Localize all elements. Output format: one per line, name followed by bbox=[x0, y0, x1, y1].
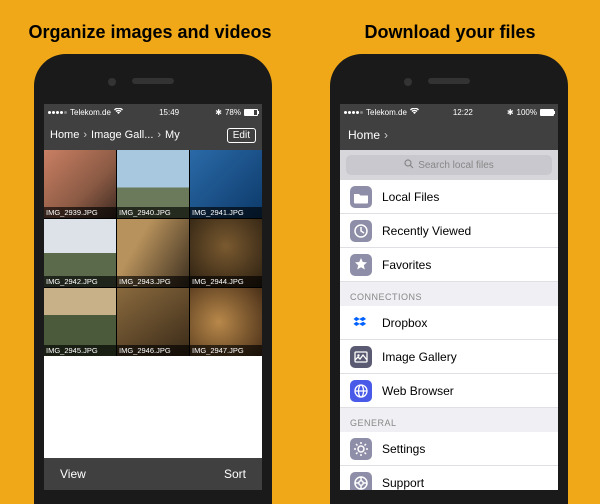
phone-camera bbox=[108, 78, 116, 86]
status-bar: Telekom.de 15:49 ✱ 78% bbox=[44, 104, 262, 120]
breadcrumb-item[interactable]: My bbox=[165, 129, 180, 141]
search-input[interactable]: Search local files bbox=[346, 155, 552, 175]
thumbnail-label: IMG_2944.JPG bbox=[190, 276, 262, 287]
list-item-label: Favorites bbox=[382, 258, 431, 272]
wifi-icon bbox=[410, 108, 419, 117]
list-item[interactable]: Web Browser bbox=[340, 374, 558, 408]
dropbox-icon bbox=[350, 312, 372, 334]
list-item[interactable]: Dropbox bbox=[340, 306, 558, 340]
thumbnail-label: IMG_2940.JPG bbox=[117, 207, 189, 218]
support-icon bbox=[350, 472, 372, 491]
thumbnail-label: IMG_2946.JPG bbox=[117, 345, 189, 356]
star-icon bbox=[350, 254, 372, 276]
wifi-icon bbox=[114, 108, 123, 117]
view-button[interactable]: View bbox=[60, 467, 86, 481]
bluetooth-icon: ✱ bbox=[215, 108, 222, 117]
nav-bar: Home › bbox=[340, 120, 558, 150]
carrier-label: Telekom.de bbox=[366, 108, 407, 117]
carrier-label: Telekom.de bbox=[70, 108, 111, 117]
gear-icon bbox=[350, 438, 372, 460]
clock-icon bbox=[350, 220, 372, 242]
breadcrumb-item[interactable]: Home bbox=[50, 129, 79, 141]
marketing-title-right: Download your files bbox=[300, 22, 600, 43]
list-item-label: Local Files bbox=[382, 190, 439, 204]
search-icon bbox=[404, 159, 414, 172]
chevron-right-icon: › bbox=[83, 129, 87, 141]
breadcrumb-item[interactable]: Home bbox=[348, 128, 380, 142]
bluetooth-icon: ✱ bbox=[507, 108, 514, 117]
status-bar: Telekom.de 12:22 ✱ 100% bbox=[340, 104, 558, 120]
thumbnail[interactable]: IMG_2946.JPG bbox=[117, 288, 189, 356]
thumbnail-label: IMG_2945.JPG bbox=[44, 345, 116, 356]
thumbnail[interactable]: IMG_2947.JPG bbox=[190, 288, 262, 356]
phone-speaker bbox=[428, 78, 470, 84]
nav-bar: Home › Image Gall... › My Edit bbox=[44, 120, 262, 150]
screen-left: Telekom.de 15:49 ✱ 78% Home › Image Gall… bbox=[44, 104, 262, 490]
phone-frame-right: Telekom.de 12:22 ✱ 100% Home › Search lo… bbox=[330, 54, 568, 504]
battery-percent: 78% bbox=[225, 108, 241, 117]
list-item[interactable]: Image Gallery bbox=[340, 340, 558, 374]
signal-dots bbox=[344, 111, 363, 114]
thumbnail[interactable]: IMG_2942.JPG bbox=[44, 219, 116, 287]
list-item[interactable]: Recently Viewed bbox=[340, 214, 558, 248]
screen-right: Telekom.de 12:22 ✱ 100% Home › Search lo… bbox=[340, 104, 558, 490]
phone-frame-left: Telekom.de 15:49 ✱ 78% Home › Image Gall… bbox=[34, 54, 272, 504]
battery-icon bbox=[244, 109, 258, 116]
globe-icon bbox=[350, 380, 372, 402]
thumbnail-label: IMG_2943.JPG bbox=[117, 276, 189, 287]
thumbnail[interactable]: IMG_2944.JPG bbox=[190, 219, 262, 287]
section-header: GENERAL bbox=[340, 408, 558, 432]
list-item-label: Image Gallery bbox=[382, 350, 457, 364]
search-placeholder: Search local files bbox=[418, 160, 494, 171]
list-item[interactable]: Local Files bbox=[340, 180, 558, 214]
thumbnail-label: IMG_2939.JPG bbox=[44, 207, 116, 218]
list-item-label: Support bbox=[382, 476, 424, 490]
clock: 15:49 bbox=[159, 108, 179, 117]
thumbnail[interactable]: IMG_2941.JPG bbox=[190, 150, 262, 218]
folder-icon bbox=[350, 186, 372, 208]
chevron-right-icon: › bbox=[157, 129, 161, 141]
list-item[interactable]: Support bbox=[340, 466, 558, 490]
section-header: CONNECTIONS bbox=[340, 282, 558, 306]
clock: 12:22 bbox=[453, 108, 473, 117]
list-item-label: Recently Viewed bbox=[382, 224, 471, 238]
thumbnail[interactable]: IMG_2945.JPG bbox=[44, 288, 116, 356]
list-item-label: Web Browser bbox=[382, 384, 454, 398]
image-icon bbox=[350, 346, 372, 368]
list-item[interactable]: Settings bbox=[340, 432, 558, 466]
thumbnail[interactable]: IMG_2940.JPG bbox=[117, 150, 189, 218]
list-top: Local Files Recently Viewed Favorites bbox=[340, 180, 558, 282]
thumbnail-label: IMG_2942.JPG bbox=[44, 276, 116, 287]
thumbnail-grid: IMG_2939.JPG IMG_2940.JPG IMG_2941.JPG I… bbox=[44, 150, 262, 356]
list-item-label: Dropbox bbox=[382, 316, 427, 330]
thumbnail-label: IMG_2947.JPG bbox=[190, 345, 262, 356]
thumbnail[interactable]: IMG_2939.JPG bbox=[44, 150, 116, 218]
marketing-title-left: Organize images and videos bbox=[0, 22, 300, 43]
sort-button[interactable]: Sort bbox=[224, 467, 246, 481]
battery-percent: 100% bbox=[517, 108, 537, 117]
thumbnail-label: IMG_2941.JPG bbox=[190, 207, 262, 218]
list-item[interactable]: Favorites bbox=[340, 248, 558, 282]
phone-camera bbox=[404, 78, 412, 86]
edit-button[interactable]: Edit bbox=[227, 128, 256, 143]
breadcrumb-item[interactable]: Image Gall... bbox=[91, 129, 153, 141]
chevron-right-icon: › bbox=[384, 128, 388, 142]
search-row: Search local files bbox=[340, 150, 558, 180]
thumbnail[interactable]: IMG_2943.JPG bbox=[117, 219, 189, 287]
signal-dots bbox=[48, 111, 67, 114]
bottom-toolbar: View Sort bbox=[44, 458, 262, 490]
phone-speaker bbox=[132, 78, 174, 84]
battery-icon bbox=[540, 109, 554, 116]
list-item-label: Settings bbox=[382, 442, 425, 456]
